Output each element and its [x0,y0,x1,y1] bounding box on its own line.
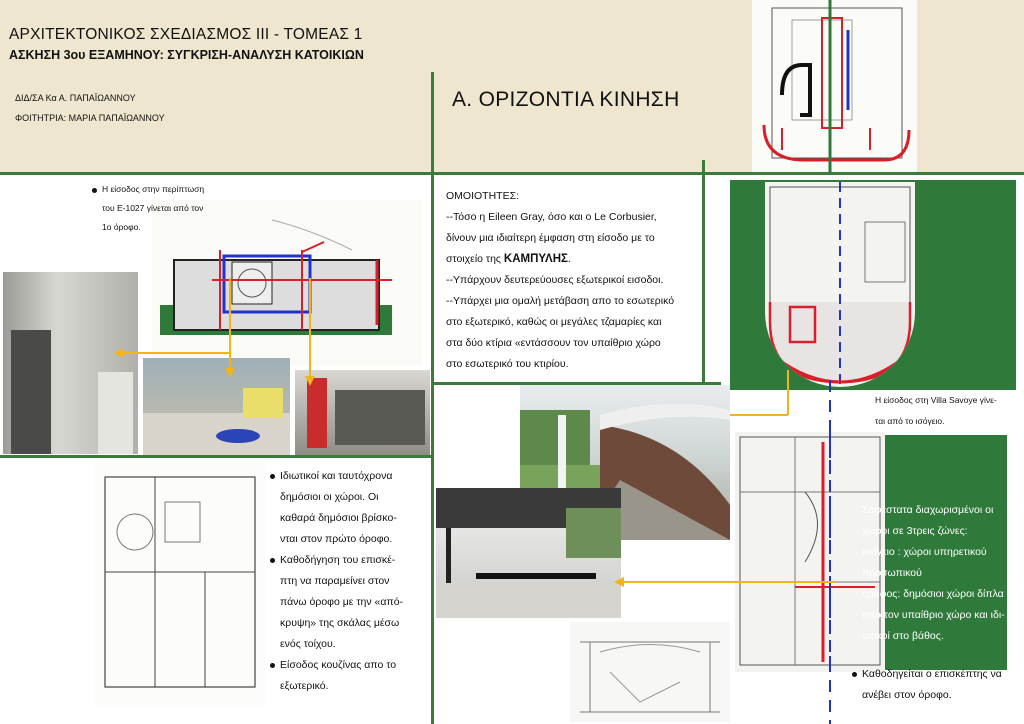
frame-vertical-right [702,160,705,385]
savoye-guide-line-2: ανέβει στον όροφο. [862,689,952,701]
savoye-ground-arrow [614,577,835,587]
e1027-note-1-line-2: δημόσιοι οι χώροι. Οι [280,491,379,503]
course-title: ΑΡΧΙΤΕΚΤΟΝΙΚΟΣ ΣΧΕΔΙΑΣΜΟΣ ΙΙΙ - ΤΟΜΕΑΣ 1 [9,26,363,43]
e1027-entrance-text: Η είσοδος στην περίπτωση του Ε-1027 γίνε… [92,180,252,237]
similarities-p3-line-2: στο εξωτερικό, καθώς οι μεγάλες τζαμαρίε… [446,316,662,328]
savoye-zones-line-3: ισόγειο : χώροι υπηρετικού [862,546,987,558]
savoye-zones-line-5: όροφος: δημόσιοι χώροι δίπλα [862,588,1004,600]
teacher-name: ΔΙΔ/ΣΑ Κα Α. ΠΑΠΑΪΩΑΝΝΟΥ [15,93,136,103]
savoye-terrace-photo [436,488,621,618]
e1027-entrance-line-2: του Ε-1027 γίνεται από τον [102,203,204,213]
savoye-terrace-photo-shapes [436,488,621,618]
similarities-heading: ΟΜΟΙΟΤΗΤΕΣ: [446,190,519,202]
poster: ΑΡΧΙΤΕΚΤΟΝΙΚΟΣ ΣΧΕΔΙΑΣΜΟΣ ΙΙΙ - ΤΟΜΕΑΣ 1… [0,0,1024,724]
curve-keyword: ΚΑΜΠΥΛΗΣ [503,253,568,265]
savoye-entrance-text: Η είσοδος στη Villa Savoye γίνε- ται από… [875,390,1020,432]
student-name: ΦΟΙΤΗΤΡΙΑ: ΜΑΡΙΑ ΠΑΠΑΪΩΑΝΝΟΥ [15,113,165,123]
similarities-p1-line-2: δίνουν μια ιδιαίτερη έμφαση στη είσοδο μ… [446,232,655,244]
similarities-p1-line-3-text: στοιχείο της [446,253,504,265]
e1027-notes: Ιδιωτικοί και ταυτόχρονα δημόσιοι οι χώρ… [270,466,430,697]
savoye-entrance-line-2: ται από το ισόγειο. [875,416,945,426]
e1027-note-2-line-5: ενός τοίχου. [280,638,336,650]
frame-horizontal-top [0,172,1024,175]
e1027-note-2-line-4: κρυψη» της σκάλας μέσω [280,617,400,629]
savoye-zones-line-4: προσωπικού [862,567,922,579]
e1027-note-1-line-3: καθαρά δημόσιοι βρίσκο- [280,512,397,524]
savoye-zones-line-1: Σαφέστατα διαχωρισμένοι οι [862,504,994,516]
similarities-p1-line-1: --Τόσο η Eileen Gray, όσο και ο Le Corbu… [446,211,657,223]
frame-horizontal-left [0,455,432,458]
savoye-guide-text: Καθοδηγείται ο επισκέπτης να ανέβει στον… [852,664,1022,706]
section-title: Α. ΟΡΙΖΟΝΤΙΑ ΚΙΝΗΣΗ [452,88,680,111]
similarities-p1-line-3: στοιχείο της ΚΑΜΠΥΛΗΣ. [446,249,701,270]
similarities-p3-line-4: στο εσωτερικό του κτιρίου. [446,358,569,370]
e1027-note-1-line-1: Ιδιωτικοί και ταυτόχρονα [270,466,430,487]
e1027-entrance-line-3: 1ο όροφο. [102,222,141,232]
savoye-sketch-drawing [580,641,720,713]
savoye-first-floor-plan-drawing [768,182,912,387]
e1027-note-2-line-3: πάνω όροφο με την «από- [280,596,404,608]
savoye-zones-text: Σαφέστατα διαχωρισμένοι οι χώροι σε 3τρε… [862,500,1022,647]
savoye-entrance-line-1: Η είσοδος στη Villa Savoye γίνε- [875,395,997,405]
savoye-zones-line-2: χώροι σε 3τρεις ζώνες: [862,525,968,537]
e1027-note-2-line-2: πτη να παραμείνει στον [280,575,390,587]
similarities-p2: --Υπάρχουν δευτερεύουσες εξωτερικοί εισο… [446,274,664,286]
savoye-sketch [570,622,730,722]
savoye-circulation-axis [829,380,831,724]
e1027-ground-floor-plan-drawing [104,476,256,688]
frame-vertical-center [431,72,434,724]
e1027-note-3-line-1: Είσοδος κουζίνας απο το [270,655,430,676]
similarities-text: ΟΜΟΙΟΤΗΤΕΣ: --Τόσο η Eileen Gray, όσο κα… [446,186,701,375]
e1027-note-1-line-4: νται στον πρώτο όροφο. [280,533,393,545]
e1027-circulation-arrows [114,278,315,386]
assignment-title: ΑΣΚΗΣΗ 3ου ΕΞΑΜΗΝΟΥ: ΣΥΓΚΡΙΣΗ-ΑΝΑΛΥΣΗ ΚΑ… [9,48,364,62]
e1027-note-3-line-2: εξωτερικό. [280,680,329,692]
savoye-zones-line-7: ωτικοί στο βάθος. [862,630,944,642]
similarities-p1-end: . [567,253,571,265]
e1027-ground-floor-plan [95,462,265,707]
savoye-first-floor-plan [765,182,915,387]
similarities-p3-line-1: --Υπάρχει μια ομαλή μετάβαση απο το εσωτ… [446,295,675,307]
savoye-zones-line-6: απο τον υπαίθριο χώρο και ιδι- [862,609,1005,621]
savoye-guide-line-1: Καθοδηγείται ο επισκέπτης να [852,664,1022,685]
e1027-note-2-line-1: Καθοδήγηση του επισκέ- [270,550,430,571]
e1027-entrance-line-1: Η είσοδος στην περίπτωση [92,180,252,199]
similarities-p3-line-3: στα δύο κτίρια «εντάσσουν τον υπαίθριο χ… [446,337,661,349]
